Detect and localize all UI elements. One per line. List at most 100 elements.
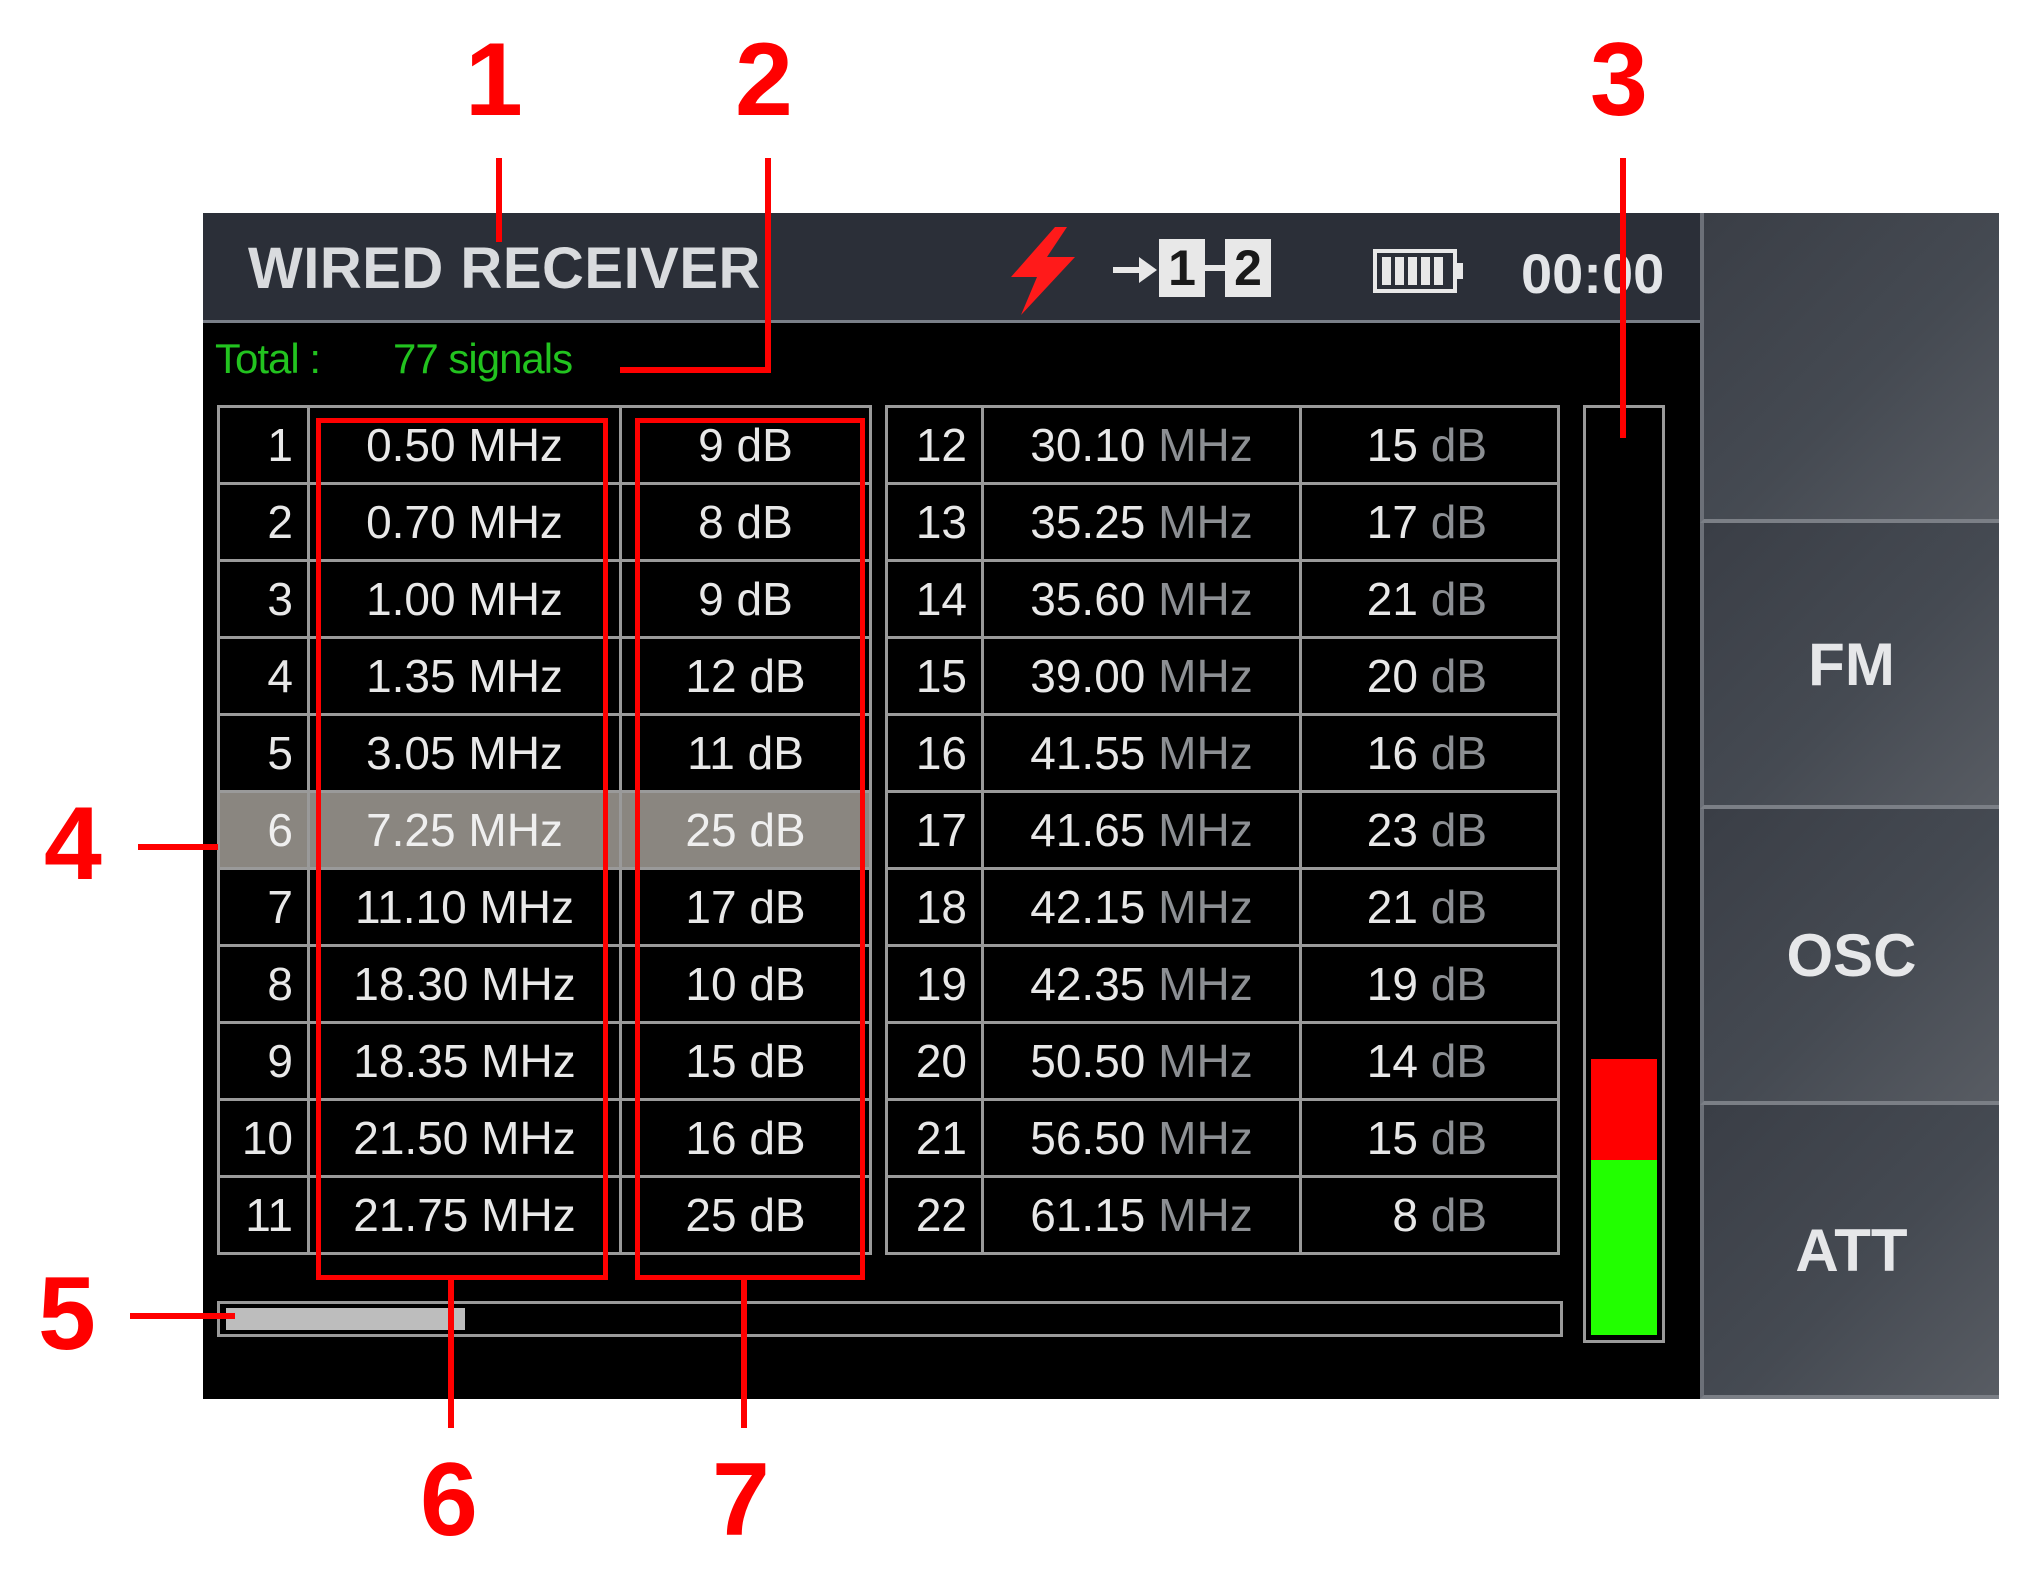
scrollbar-thumb[interactable] — [226, 1308, 465, 1330]
table-row[interactable]: 21 56.50 MHz 15 dB — [885, 1098, 1560, 1178]
signal-index: 21 — [885, 1098, 984, 1178]
signal-level: 15 dB — [1299, 405, 1560, 485]
annotation-7-line — [741, 1278, 747, 1428]
signal-level-meter — [1583, 405, 1665, 1343]
frequency-value: 30.10 — [1030, 419, 1146, 471]
signal-index: 8 — [217, 944, 310, 1024]
level-unit: dB — [1430, 1189, 1487, 1241]
signal-frequency: 56.50 MHz — [981, 1098, 1302, 1178]
arrow-right-icon — [1113, 257, 1157, 283]
signal-level: 8 dB — [1299, 1175, 1560, 1255]
annotation-5-line — [130, 1313, 235, 1319]
frequency-unit: MHz — [1158, 804, 1253, 856]
fm-button[interactable]: FM — [1700, 523, 1999, 809]
table-row[interactable]: 15 39.00 MHz 20 dB — [885, 636, 1560, 716]
frequency-value: 50.50 — [1030, 1035, 1146, 1087]
table-row[interactable]: 16 41.55 MHz 16 dB — [885, 713, 1560, 793]
frequency-unit: MHz — [1158, 496, 1253, 548]
signal-index: 7 — [217, 867, 310, 947]
table-row[interactable]: 12 30.10 MHz 15 dB — [885, 405, 1560, 485]
signal-frequency: 41.65 MHz — [981, 790, 1302, 870]
signal-frequency: 42.15 MHz — [981, 867, 1302, 947]
softkey-panel: FM OSC ATT — [1700, 213, 1999, 1399]
horizontal-scrollbar[interactable] — [217, 1301, 1563, 1337]
level-unit: dB — [1430, 1035, 1487, 1087]
frequency-value: 41.55 — [1030, 727, 1146, 779]
signal-level: 21 dB — [1299, 559, 1560, 639]
frequency-value: 42.35 — [1030, 958, 1146, 1010]
table-row[interactable]: 18 42.15 MHz 21 dB — [885, 867, 1560, 947]
table-row[interactable]: 19 42.35 MHz 19 dB — [885, 944, 1560, 1024]
table-row[interactable]: 22 61.15 MHz 8 dB — [885, 1175, 1560, 1255]
softkey-blank[interactable] — [1700, 213, 1999, 523]
table-row[interactable]: 20 50.50 MHz 14 dB — [885, 1021, 1560, 1101]
frequency-unit: MHz — [1158, 1189, 1253, 1241]
level-value: 17 — [1366, 496, 1418, 548]
lightning-icon — [1011, 227, 1075, 315]
level-value: 23 — [1366, 804, 1418, 856]
signal-level: 17 dB — [1299, 482, 1560, 562]
level-value: 8 — [1392, 1189, 1418, 1241]
level-value: 20 — [1366, 650, 1418, 702]
channel-2-indicator: 2 — [1225, 239, 1271, 297]
annotation-2-label: 2 — [735, 22, 793, 138]
table-row[interactable]: 14 35.60 MHz 21 dB — [885, 559, 1560, 639]
signal-index: 14 — [885, 559, 984, 639]
frequency-value: 56.50 — [1030, 1112, 1146, 1164]
signal-index: 6 — [217, 790, 310, 870]
signal-level: 15 dB — [1299, 1098, 1560, 1178]
att-button[interactable]: ATT — [1700, 1105, 1999, 1399]
annotation-3-line — [1620, 158, 1626, 438]
signal-frequency: 42.35 MHz — [981, 944, 1302, 1024]
signal-table-right: 12 30.10 MHz 15 dB 13 35.25 MHz 17 dB 14 35.60 … — [885, 405, 1560, 1255]
signal-index: 18 — [885, 867, 984, 947]
annotation-3-label: 3 — [1590, 22, 1648, 138]
annotation-6-box — [316, 418, 608, 1280]
level-value: 15 — [1366, 419, 1418, 471]
annotation-1-line — [496, 158, 502, 242]
annotation-4-label: 4 — [44, 786, 102, 902]
level-value: 16 — [1366, 727, 1418, 779]
level-unit: dB — [1430, 727, 1487, 779]
frequency-value: 35.25 — [1030, 496, 1146, 548]
total-label: Total : — [215, 335, 321, 382]
signal-index: 4 — [217, 636, 310, 716]
level-unit: dB — [1430, 496, 1487, 548]
signal-index: 19 — [885, 944, 984, 1024]
annotation-2-line-horizontal — [620, 367, 771, 373]
signal-frequency: 50.50 MHz — [981, 1021, 1302, 1101]
level-value: 15 — [1366, 1112, 1418, 1164]
signal-level: 16 dB — [1299, 713, 1560, 793]
frequency-value: 39.00 — [1030, 650, 1146, 702]
signal-index: 15 — [885, 636, 984, 716]
annotation-2-line-vertical — [765, 158, 771, 372]
signal-level: 21 dB — [1299, 867, 1560, 947]
signal-index: 17 — [885, 790, 984, 870]
signal-index: 16 — [885, 713, 984, 793]
signal-index: 22 — [885, 1175, 984, 1255]
clock-display: 00:00 — [1521, 242, 1665, 305]
level-value: 21 — [1366, 573, 1418, 625]
table-row[interactable]: 17 41.65 MHz 23 dB — [885, 790, 1560, 870]
frequency-value: 35.60 — [1030, 573, 1146, 625]
frequency-unit: MHz — [1158, 881, 1253, 933]
frequency-value: 42.15 — [1030, 881, 1146, 933]
annotation-5-label: 5 — [38, 1256, 96, 1372]
osc-button[interactable]: OSC — [1700, 809, 1999, 1105]
frequency-unit: MHz — [1158, 650, 1253, 702]
signal-frequency: 61.15 MHz — [981, 1175, 1302, 1255]
signal-index: 11 — [217, 1175, 310, 1255]
signal-level: 19 dB — [1299, 944, 1560, 1024]
signal-frequency: 30.10 MHz — [981, 405, 1302, 485]
signal-index: 3 — [217, 559, 310, 639]
level-unit: dB — [1430, 1112, 1487, 1164]
signal-index: 9 — [217, 1021, 310, 1101]
signal-frequency: 35.25 MHz — [981, 482, 1302, 562]
status-bar: WIRED RECEIVER 1 2 00:00 — [203, 213, 1700, 323]
frequency-value: 61.15 — [1030, 1189, 1146, 1241]
signal-index: 1 — [217, 405, 310, 485]
frequency-unit: MHz — [1158, 573, 1253, 625]
level-unit: dB — [1430, 881, 1487, 933]
table-row[interactable]: 13 35.25 MHz 17 dB — [885, 482, 1560, 562]
signal-level: 14 dB — [1299, 1021, 1560, 1101]
